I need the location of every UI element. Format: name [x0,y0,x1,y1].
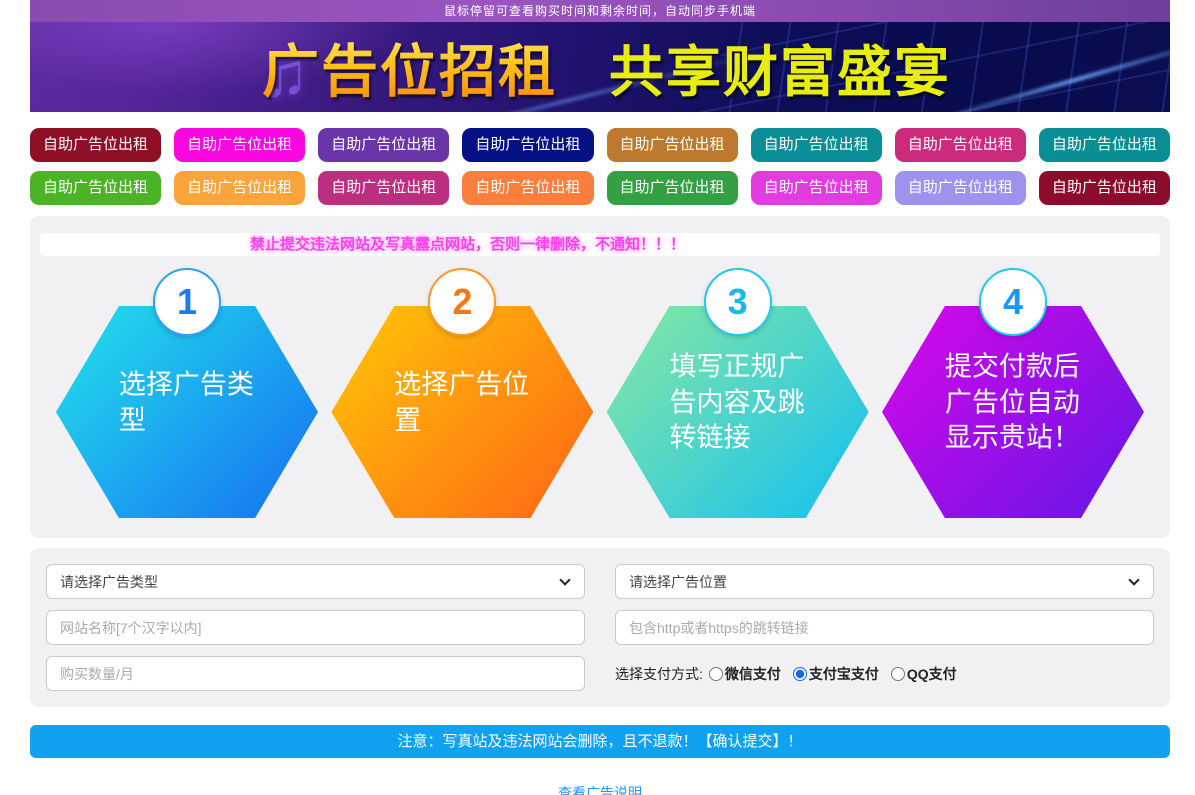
confirm-submit-button[interactable]: 注意：写真站及违法网站会删除，且不退款！【确认提交】！ [30,725,1170,758]
ad-slot-rent-button[interactable]: 自助广告位出租 [174,171,306,205]
ad-slot-button-grid: 自助广告位出租 自助广告位出租 自助广告位出租 自助广告位出租 自助广告位出租 自助广告位… [30,128,1170,205]
step-label: 选择广告位置 [394,369,530,435]
ad-slot-rent-button[interactable]: 自助广告位出租 [174,128,306,162]
ad-slot-button-row-2: 自助广告位出租 自助广告位出租 自助广告位出租 自助广告位出租 自助广告位出租 自助广告位… [30,171,1170,205]
ad-slot-rent-button[interactable]: 自助广告位出租 [606,128,738,162]
ad-position-select[interactable]: 请选择广告位置 [615,564,1154,599]
ad-slot-rent-button[interactable]: 自助广告位出租 [318,171,450,205]
ad-slot-rent-button[interactable]: 自助广告位出租 [750,128,882,162]
quantity-field [46,656,585,691]
step-4: 4 提交付款后广告位自动显示贵站！ [881,268,1144,518]
site-name-field [46,610,585,645]
ad-slot-rent-button[interactable]: 自助广告位出租 [318,128,450,162]
ad-slot-button-row-1: 自助广告位出租 自助广告位出租 自助广告位出租 自助广告位出租 自助广告位出租 自助广告位… [30,128,1170,162]
step-number-badge: 2 [428,268,497,336]
ad-slot-rent-button[interactable]: 自助广告位出租 [606,171,738,205]
top-hint-bar: 鼠标停留可查看购买时间和剩余时间，自动同步手机端 [30,0,1170,22]
jump-link-field [615,610,1154,645]
hero-banner: ♫ 广告位招租 共享财富盛宴 [30,22,1170,112]
payment-option-3[interactable]: QQ支付 [890,664,957,684]
steps-container: 1 选择广告类型 2 选择广告位置 3 填写正规广告内容及跳转链接 4 提交付款后广告位自动显… [40,268,1160,518]
prohibition-notice: 禁止提交违法网站及写真露点网站，否则一律删除，不通知！！！ [40,233,1160,256]
step-number-badge: 1 [153,268,221,336]
step-number: 2 [452,281,473,322]
step-number-badge: 3 [703,268,772,336]
ad-slot-rent-button[interactable]: 自助广告位出租 [30,171,162,205]
steps-panel: 禁止提交违法网站及写真露点网站，否则一律删除，不通知！！！ 1 选择广告类型 2 选择… [30,216,1170,538]
ad-slot-rent-button[interactable]: 自助广告位出租 [1038,128,1170,162]
ad-slot-rent-button[interactable]: 自助广告位出租 [894,171,1026,205]
payment-option-label: 微信支付 [724,665,781,682]
banner-title-main: 广告位招租 [262,26,557,108]
ad-slot-rent-button[interactable]: 自助广告位出租 [894,128,1026,162]
ad-slot-rent-button[interactable]: 自助广告位出租 [30,128,162,162]
ad-slot-rent-button[interactable]: 自助广告位出租 [462,128,594,162]
ad-slot-rent-button[interactable]: 自助广告位出租 [1038,171,1170,205]
payment-option-label: QQ支付 [906,665,957,682]
site-name-input[interactable] [46,610,585,645]
payment-option-label: 支付宝支付 [808,665,879,682]
quantity-input[interactable] [46,656,585,691]
banner-titles: 广告位招租 共享财富盛宴 [30,22,1170,112]
payment-method-row: 选择支付方式: 微信支付 支付宝支付 QQ支付 [615,656,1154,691]
payment-radio[interactable] [792,666,807,681]
step-1: 1 选择广告类型 [56,268,318,518]
step-label: 选择广告类型 [118,369,254,435]
step-label: 提交付款后广告位自动显示贵站！ [944,351,1080,453]
banner-title-sub: 共享财富盛宴 [609,41,952,103]
ad-slot-rent-button[interactable]: 自助广告位出租 [462,171,594,205]
step-number: 4 [1002,281,1023,322]
step-number-badge: 4 [978,268,1047,336]
payment-option-1[interactable]: 微信支付 [708,664,781,684]
ad-slot-rent-button[interactable]: 自助广告位出租 [750,171,882,205]
payment-option-2[interactable]: 支付宝支付 [792,664,879,684]
step-label: 填写正规广告内容及跳转链接 [669,351,805,453]
payment-radio[interactable] [708,666,723,681]
jump-link-input[interactable] [615,610,1154,645]
ad-instructions-link[interactable]: 查看广告说明 [558,785,642,795]
ad-type-field: 请选择广告类型 [46,564,585,599]
ad-position-field: 请选择广告位置 [615,564,1154,599]
step-3: 3 填写正规广告内容及跳转链接 [606,268,869,518]
top-hint-text: 鼠标停留可查看购买时间和剩余时间，自动同步手机端 [443,4,756,18]
footer: 查看广告说明 [30,783,1170,795]
ad-type-select[interactable]: 请选择广告类型 [46,564,585,599]
payment-method-label: 选择支付方式: [615,665,703,682]
ad-rental-page: 鼠标停留可查看购买时间和剩余时间，自动同步手机端 ♫ 广告位招租 共享财富盛宴 … [0,0,1195,795]
payment-options: 微信支付 支付宝支付 QQ支付 [708,664,969,684]
step-number: 3 [727,281,748,322]
step-number: 1 [176,281,198,322]
payment-radio[interactable] [890,666,905,681]
order-form: 请选择广告类型 请选择广告位置 选择支付方式: 微信支付 支付宝支付 QQ支付 [30,548,1170,707]
step-2: 2 选择广告位置 [331,268,594,518]
